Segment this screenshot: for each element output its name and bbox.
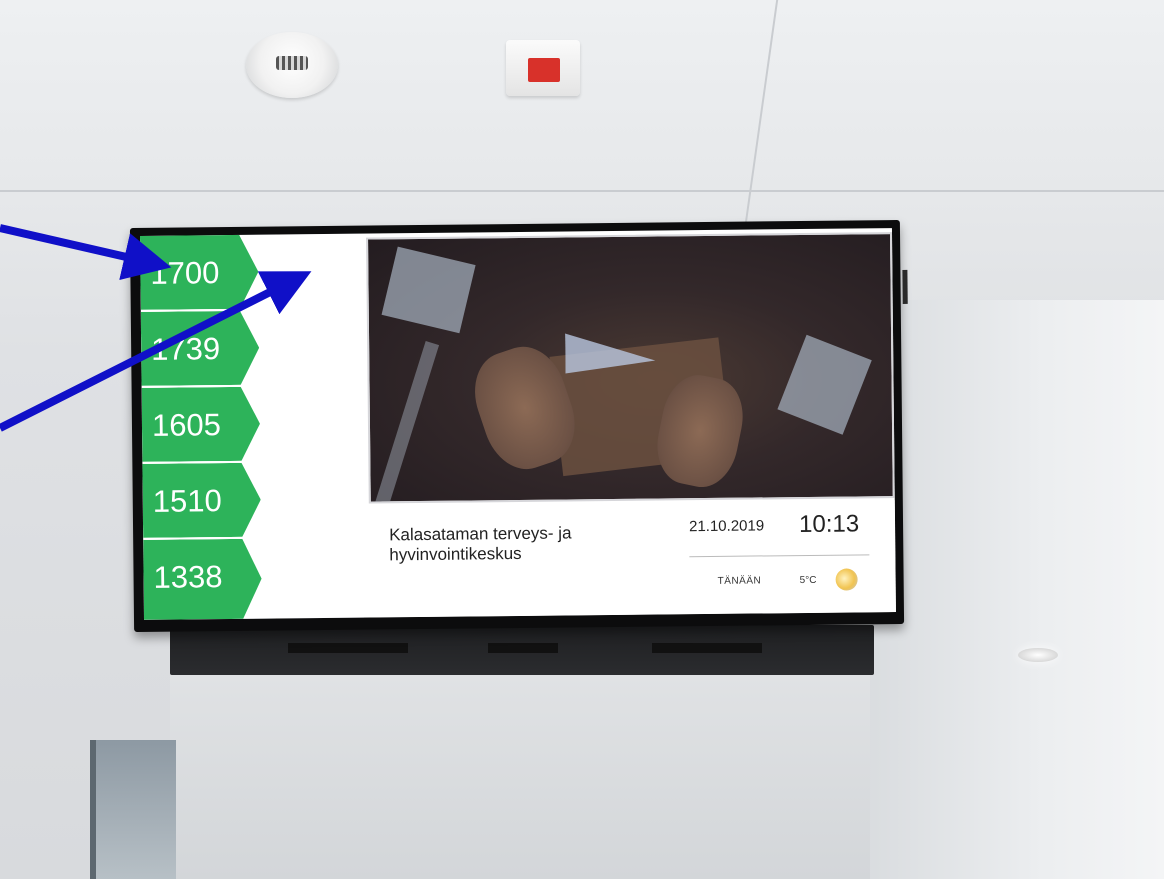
annotation-arrows bbox=[0, 224, 312, 432]
arrow-to-room-number bbox=[0, 271, 312, 432]
arrow-to-queue-number bbox=[0, 224, 172, 281]
